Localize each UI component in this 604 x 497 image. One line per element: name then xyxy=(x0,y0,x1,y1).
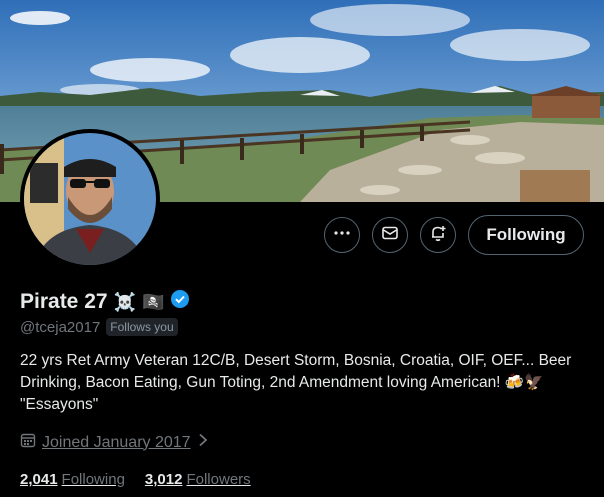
following-button[interactable]: Following xyxy=(468,215,584,255)
verified-badge-icon[interactable] xyxy=(170,289,190,314)
profile-name-row: Pirate 27 ☠️ 🏴‍☠️ xyxy=(20,289,190,314)
more-icon xyxy=(333,224,351,247)
message-button[interactable] xyxy=(372,217,408,253)
followers-count: 3,012 xyxy=(144,471,183,488)
more-button[interactable] xyxy=(324,217,360,253)
following-link[interactable]: 2,041 Following xyxy=(20,471,125,488)
pirate-flag-emoji: 🏴‍☠️ xyxy=(141,291,165,312)
followers-link[interactable]: 3,012 Followers xyxy=(145,471,251,488)
mail-icon xyxy=(381,224,399,247)
calendar-icon xyxy=(20,432,36,453)
bell-plus-icon xyxy=(429,224,447,247)
profile-name: Pirate 27 xyxy=(20,289,108,313)
follows-you-badge: Follows you xyxy=(106,318,178,336)
chevron-right-icon xyxy=(197,433,209,452)
joined-row[interactable]: Joined January 2017 xyxy=(20,432,209,453)
profile-stats: 2,041 Following 3,012 Followers xyxy=(20,471,251,488)
following-count: 2,041 xyxy=(20,471,58,488)
profile-handle-row: @tceja2017 Follows you xyxy=(20,318,178,336)
joined-date[interactable]: Joined January 2017 xyxy=(42,434,191,452)
notify-button[interactable] xyxy=(420,217,456,253)
followers-label: Followers xyxy=(186,471,251,488)
profile-avatar[interactable] xyxy=(20,129,160,269)
profile-handle: @tceja2017 xyxy=(20,318,101,336)
following-label: Following xyxy=(61,471,125,488)
profile-bio: 22 yrs Ret Army Veteran 12C/B, Desert St… xyxy=(20,352,572,413)
profile-actions: Following xyxy=(324,215,584,255)
skull-emoji: ☠️ xyxy=(113,291,136,312)
